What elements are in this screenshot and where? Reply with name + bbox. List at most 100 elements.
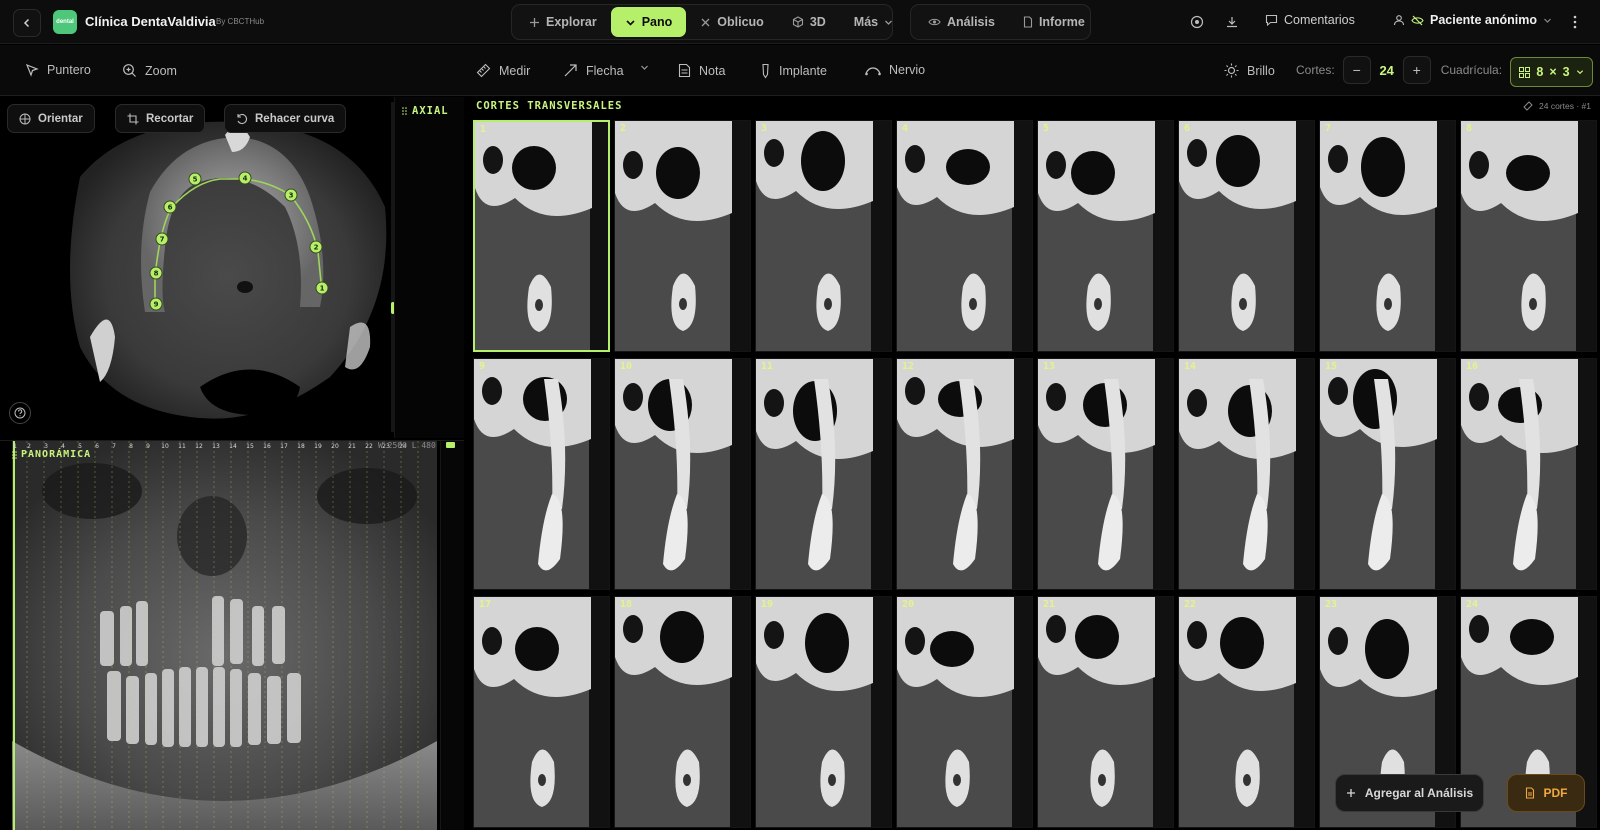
orient-button[interactable]: Orientar <box>7 104 95 133</box>
transversal-label: CORTES TRANSVERSALES <box>476 100 623 112</box>
panoramic-image[interactable]: 1 2 3 4 5 6 7 8 9 10 11 12 13 14 15 16 1… <box>12 441 452 830</box>
add-to-analysis-button[interactable]: Agregar al Análisis <box>1335 774 1484 812</box>
slice-thumbnail[interactable]: 15 <box>1319 358 1456 590</box>
tab-informe[interactable]: Informe <box>1009 7 1099 37</box>
slice-thumbnail[interactable]: 11 <box>755 358 892 590</box>
tab-label: Informe <box>1038 15 1085 29</box>
curve-point-label: 5 <box>193 176 198 184</box>
redo-icon <box>237 113 248 124</box>
ruler-tick: 8 <box>129 443 133 450</box>
curve-point-label: 2 <box>314 244 319 252</box>
pointer-tool[interactable]: Puntero <box>25 63 91 77</box>
transversal-view: CORTES TRANSVERSALES 24 cortes · #1 1234… <box>468 97 1600 829</box>
nerve-tool[interactable]: Nervio <box>865 63 925 77</box>
implant-tool[interactable]: Implante <box>760 63 827 79</box>
slice-thumbnail[interactable]: 10 <box>614 358 751 590</box>
slice-image <box>897 359 1032 589</box>
slice-thumbnail[interactable]: 17 <box>473 596 610 828</box>
tool-label: Zoom <box>145 63 177 78</box>
axial-image[interactable]: 5 4 3 6 2 7 1 8 9 <box>0 97 394 438</box>
back-button[interactable] <box>13 9 41 37</box>
slice-thumbnail[interactable]: 12 <box>896 358 1033 590</box>
measure-tool[interactable]: Medir <box>476 63 530 78</box>
arrow-options-dropdown[interactable] <box>640 63 649 72</box>
slice-thumbnail[interactable]: 20 <box>896 596 1033 828</box>
axial-view[interactable]: 5 4 3 6 2 7 1 8 9 Orientar Recortar Reha… <box>0 97 395 438</box>
slice-thumbnail[interactable]: 6 <box>1178 120 1315 352</box>
slice-thumbnail[interactable]: 4 <box>896 120 1033 352</box>
pdf-icon <box>1525 787 1534 799</box>
slice-thumbnail[interactable]: 9 <box>473 358 610 590</box>
slice-thumbnail[interactable]: 7 <box>1319 120 1456 352</box>
more-menu-button[interactable] <box>1563 10 1587 34</box>
drag-handle-icon[interactable] <box>402 106 407 116</box>
comment-icon <box>1265 14 1278 26</box>
patient-selector[interactable]: Paciente anónimo <box>1393 13 1552 27</box>
minus-icon: − <box>1352 62 1361 78</box>
curve-point-label: 7 <box>160 236 165 244</box>
slice-thumbnail[interactable]: 1 <box>473 120 610 352</box>
slice-image <box>1461 121 1596 351</box>
tab-3d[interactable]: 3D <box>778 7 840 37</box>
curve-point-label: 8 <box>154 270 159 278</box>
tab-label: Más <box>853 15 879 29</box>
slice-thumbnail[interactable]: 5 <box>1037 120 1174 352</box>
tab-mas[interactable]: Más <box>840 7 907 37</box>
slice-thumbnail[interactable]: 19 <box>755 596 892 828</box>
comments-button[interactable]: Comentarios <box>1265 13 1355 27</box>
plus-icon: + <box>1412 62 1421 78</box>
slice-image <box>475 122 608 350</box>
slice-thumbnail[interactable]: 18 <box>614 596 751 828</box>
curve-point-label: 3 <box>289 192 294 200</box>
panoramic-scale-marker[interactable] <box>446 442 455 448</box>
tab-pano[interactable]: Pano <box>610 7 687 37</box>
slice-image <box>615 597 750 827</box>
slice-thumbnail[interactable]: 22 <box>1178 596 1315 828</box>
slice-thumbnail[interactable]: 16 <box>1460 358 1597 590</box>
user-icon <box>1393 15 1405 26</box>
panoramic-slice-scale[interactable] <box>440 441 464 830</box>
ruler-tick: 12 <box>195 443 203 450</box>
download-icon <box>1227 17 1237 28</box>
brightness-tool[interactable]: Brillo <box>1224 63 1275 78</box>
arrow-tool[interactable]: Flecha <box>563 63 624 78</box>
slice-thumbnail[interactable]: 13 <box>1037 358 1174 590</box>
crop-button[interactable]: Recortar <box>115 104 206 133</box>
logo-text: dental <box>56 19 74 25</box>
grid-cols: 8 <box>1536 65 1544 79</box>
slice-thumbnail[interactable]: 3 <box>755 120 892 352</box>
slice-image <box>1038 359 1173 589</box>
tab-explorar[interactable]: Explorar <box>515 7 611 37</box>
slice-thumbnail[interactable]: 21 <box>1037 596 1174 828</box>
note-tool[interactable]: Nota <box>678 63 725 78</box>
slice-number: 18 <box>620 599 633 610</box>
tab-label: Pano <box>641 15 673 29</box>
slice-number: 11 <box>761 361 774 372</box>
panoramic-view[interactable]: 1 2 3 4 5 6 7 8 9 10 11 12 13 14 15 16 1… <box>0 440 464 830</box>
tool-label: Nervio <box>889 63 926 77</box>
record-button[interactable] <box>1185 10 1209 34</box>
tab-oblicuo[interactable]: Oblicuo <box>686 7 778 37</box>
ruler-tick: 20 <box>331 443 339 450</box>
redo-curve-button[interactable]: Rehacer curva <box>224 104 347 133</box>
help-button[interactable] <box>9 402 31 424</box>
drag-handle-icon[interactable] <box>12 450 17 460</box>
tab-label: 3D <box>809 15 826 29</box>
slice-thumbnail[interactable]: 8 <box>1460 120 1597 352</box>
grid-label: Cuadrícula: <box>1440 63 1503 77</box>
slice-image <box>474 597 609 827</box>
slices-increment-button[interactable]: + <box>1402 56 1431 84</box>
slice-image <box>1461 359 1596 589</box>
tab-label: Explorar <box>546 15 597 29</box>
slice-thumbnail[interactable]: 14 <box>1178 358 1315 590</box>
slice-thumbnail[interactable]: 2 <box>614 120 751 352</box>
download-button[interactable] <box>1220 10 1244 34</box>
brand-credit: By CBCTHub <box>216 17 265 26</box>
tab-analisis[interactable]: Análisis <box>914 7 1009 37</box>
ruler-tick: 17 <box>280 443 288 450</box>
zoom-tool[interactable]: Zoom <box>122 63 177 78</box>
slices-decrement-button[interactable]: − <box>1342 56 1371 84</box>
grid-layout-selector[interactable]: 8 × 3 <box>1510 57 1593 87</box>
pdf-export-button[interactable]: PDF <box>1507 774 1585 812</box>
slice-number: 8 <box>1466 123 1473 134</box>
